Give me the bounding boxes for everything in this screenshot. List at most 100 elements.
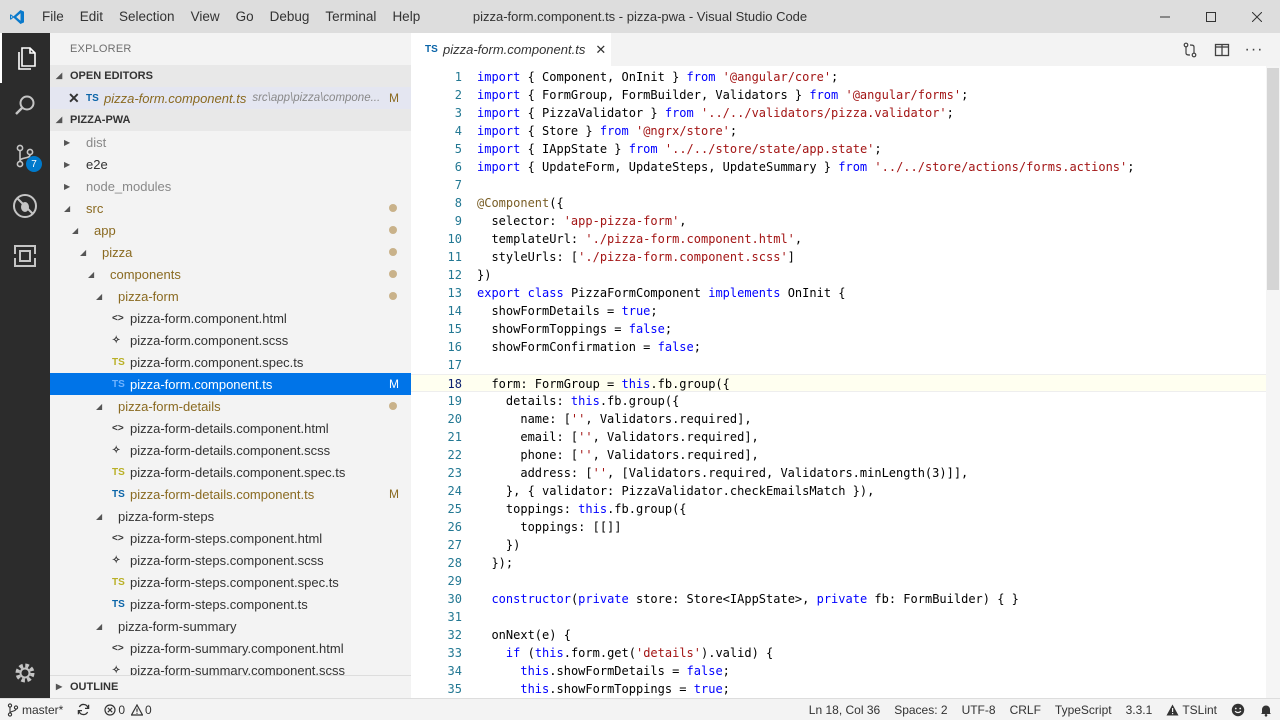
tree-folder[interactable]: ◢ app	[50, 219, 411, 241]
cursor-position[interactable]: Ln 18, Col 36	[802, 699, 887, 720]
editor-scrollbar[interactable]	[1266, 66, 1280, 698]
open-editor-item[interactable]: ✕ TS pizza-form.component.ts src\app\piz…	[50, 87, 411, 109]
debug-activity-button[interactable]	[0, 181, 50, 231]
source-control-activity-button[interactable]	[0, 131, 50, 181]
chevron-down-icon[interactable]: ◢	[80, 248, 92, 257]
code-line[interactable]: 11 styleUrls: ['./pizza-form.component.s…	[411, 248, 1266, 266]
tree-file[interactable]: TS pizza-form-steps.component.ts	[50, 593, 411, 615]
code-line[interactable]: 4 import { Store } from '@ngrx/store';	[411, 122, 1266, 140]
outline-header[interactable]: ▶ OUTLINE	[50, 675, 411, 698]
sync-button[interactable]	[70, 699, 97, 720]
tree-file[interactable]: ✧ pizza-form-details.component.scss	[50, 439, 411, 461]
code-line[interactable]: 33 if (this.form.get('details').valid) {	[411, 644, 1266, 662]
tree-folder[interactable]: ◢ pizza-form-steps	[50, 505, 411, 527]
maximize-button[interactable]	[1188, 0, 1234, 33]
menu-terminal[interactable]: Terminal	[317, 0, 384, 33]
code-line[interactable]: 7	[411, 176, 1266, 194]
menu-file[interactable]: File	[34, 0, 72, 33]
code-editor[interactable]: 1 import { Component, OnInit } from '@ang…	[411, 66, 1280, 698]
language-mode[interactable]: TypeScript	[1048, 699, 1119, 720]
code-line[interactable]: 25 toppings: this.fb.group({	[411, 500, 1266, 518]
code-line[interactable]: 5 import { IAppState } from '../../store/…	[411, 140, 1266, 158]
menu-help[interactable]: Help	[384, 0, 428, 33]
chevron-down-icon[interactable]: ◢	[96, 512, 108, 521]
tree-file[interactable]: <> pizza-form.component.html	[50, 307, 411, 329]
tree-folder[interactable]: ◢ pizza-form-summary	[50, 615, 411, 637]
code-line[interactable]: 19 details: this.fb.group({	[411, 392, 1266, 410]
code-line[interactable]: 9 selector: 'app-pizza-form',	[411, 212, 1266, 230]
tree-file[interactable]: TS pizza-form.component.spec.ts	[50, 351, 411, 373]
code-line[interactable]: 30 constructor(private store: Store<IApp…	[411, 590, 1266, 608]
close-tab-icon[interactable]: ✕	[595, 42, 606, 58]
menu-edit[interactable]: Edit	[72, 0, 111, 33]
feedback-button[interactable]	[1224, 699, 1252, 720]
tree-folder[interactable]: ▶ node_modules	[50, 175, 411, 197]
chevron-down-icon[interactable]: ◢	[96, 292, 108, 301]
code-line[interactable]: 26 toppings: [[]]	[411, 518, 1266, 536]
tree-folder[interactable]: ◢ pizza-form	[50, 285, 411, 307]
code-line[interactable]: 13 export class PizzaFormComponent implem…	[411, 284, 1266, 302]
open-changes-button[interactable]	[1174, 33, 1206, 66]
tree-folder[interactable]: ◢ pizza-form-details	[50, 395, 411, 417]
project-folder-header[interactable]: ◢ PIZZA-PWA	[50, 109, 411, 131]
tree-file[interactable]: <> pizza-form-summary.component.html	[50, 637, 411, 659]
chevron-right-icon[interactable]: ▶	[64, 182, 76, 191]
code-line[interactable]: 8 @Component({	[411, 194, 1266, 212]
tree-file[interactable]: ✧ pizza-form-summary.component.scss	[50, 659, 411, 676]
menu-debug[interactable]: Debug	[262, 0, 318, 33]
code-line[interactable]: 18 form: FormGroup = this.fb.group({	[411, 374, 1266, 392]
branch-status[interactable]: master*	[0, 699, 70, 720]
tree-file[interactable]: TS pizza-form.component.ts M	[50, 373, 411, 395]
code-line[interactable]: 1 import { Component, OnInit } from '@ang…	[411, 68, 1266, 86]
code-line[interactable]: 32 onNext(e) {	[411, 626, 1266, 644]
code-line[interactable]: 6 import { UpdateForm, UpdateSteps, Updat…	[411, 158, 1266, 176]
tree-file[interactable]: ✧ pizza-form.component.scss	[50, 329, 411, 351]
scrollbar-thumb[interactable]	[1267, 68, 1279, 290]
code-line[interactable]: 21 email: ['', Validators.required],	[411, 428, 1266, 446]
typescript-version[interactable]: 3.3.1	[1119, 699, 1160, 720]
code-line[interactable]: 20 name: ['', Validators.required],	[411, 410, 1266, 428]
tree-file[interactable]: <> pizza-form-details.component.html	[50, 417, 411, 439]
search-activity-button[interactable]	[0, 81, 50, 131]
code-line[interactable]: 34 this.showFormDetails = false;	[411, 662, 1266, 680]
minimize-button[interactable]	[1142, 0, 1188, 33]
menu-view[interactable]: View	[183, 0, 228, 33]
code-line[interactable]: 24 }, { validator: PizzaValidator.checkE…	[411, 482, 1266, 500]
encoding-status[interactable]: UTF-8	[955, 699, 1003, 720]
more-actions-button[interactable]: ···	[1238, 33, 1270, 66]
code-line[interactable]: 35 this.showFormToppings = true;	[411, 680, 1266, 698]
code-line[interactable]: 23 address: ['', [Validators.required, V…	[411, 464, 1266, 482]
code-line[interactable]: 22 phone: ['', Validators.required],	[411, 446, 1266, 464]
problems-status[interactable]: 0 0	[97, 699, 158, 720]
indentation-status[interactable]: Spaces: 2	[887, 699, 954, 720]
menu-selection[interactable]: Selection	[111, 0, 183, 33]
open-editors-header[interactable]: ◢ OPEN EDITORS	[50, 65, 411, 87]
extensions-activity-button[interactable]	[0, 231, 50, 281]
tree-folder[interactable]: ◢ components	[50, 263, 411, 285]
menu-go[interactable]: Go	[228, 0, 262, 33]
code-line[interactable]: 27 })	[411, 536, 1266, 554]
eol-status[interactable]: CRLF	[1003, 699, 1048, 720]
tree-folder[interactable]: ◢ src	[50, 197, 411, 219]
tree-file[interactable]: TS pizza-form-details.component.ts M	[50, 483, 411, 505]
chevron-down-icon[interactable]: ◢	[96, 402, 108, 411]
chevron-right-icon[interactable]: ▶	[64, 160, 76, 169]
close-icon[interactable]: ✕	[68, 90, 86, 107]
code-line[interactable]: 31	[411, 608, 1266, 626]
manage-settings-button[interactable]	[0, 648, 50, 698]
chevron-down-icon[interactable]: ◢	[88, 270, 100, 279]
tslint-status[interactable]: TSLint	[1159, 699, 1224, 720]
tree-folder[interactable]: ▶ dist	[50, 131, 411, 153]
code-line[interactable]: 14 showFormDetails = true;	[411, 302, 1266, 320]
code-line[interactable]: 2 import { FormGroup, FormBuilder, Valida…	[411, 86, 1266, 104]
tree-file[interactable]: TS pizza-form-steps.component.spec.ts	[50, 571, 411, 593]
code-line[interactable]: 16 showFormConfirmation = false;	[411, 338, 1266, 356]
split-editor-button[interactable]	[1206, 33, 1238, 66]
code-line[interactable]: 12})	[411, 266, 1266, 284]
chevron-right-icon[interactable]: ▶	[64, 138, 76, 147]
tree-file[interactable]: TS pizza-form-details.component.spec.ts	[50, 461, 411, 483]
code-line[interactable]: 29	[411, 572, 1266, 590]
notifications-button[interactable]	[1252, 699, 1280, 720]
tree-folder[interactable]: ▶ e2e	[50, 153, 411, 175]
chevron-down-icon[interactable]: ◢	[72, 226, 84, 235]
